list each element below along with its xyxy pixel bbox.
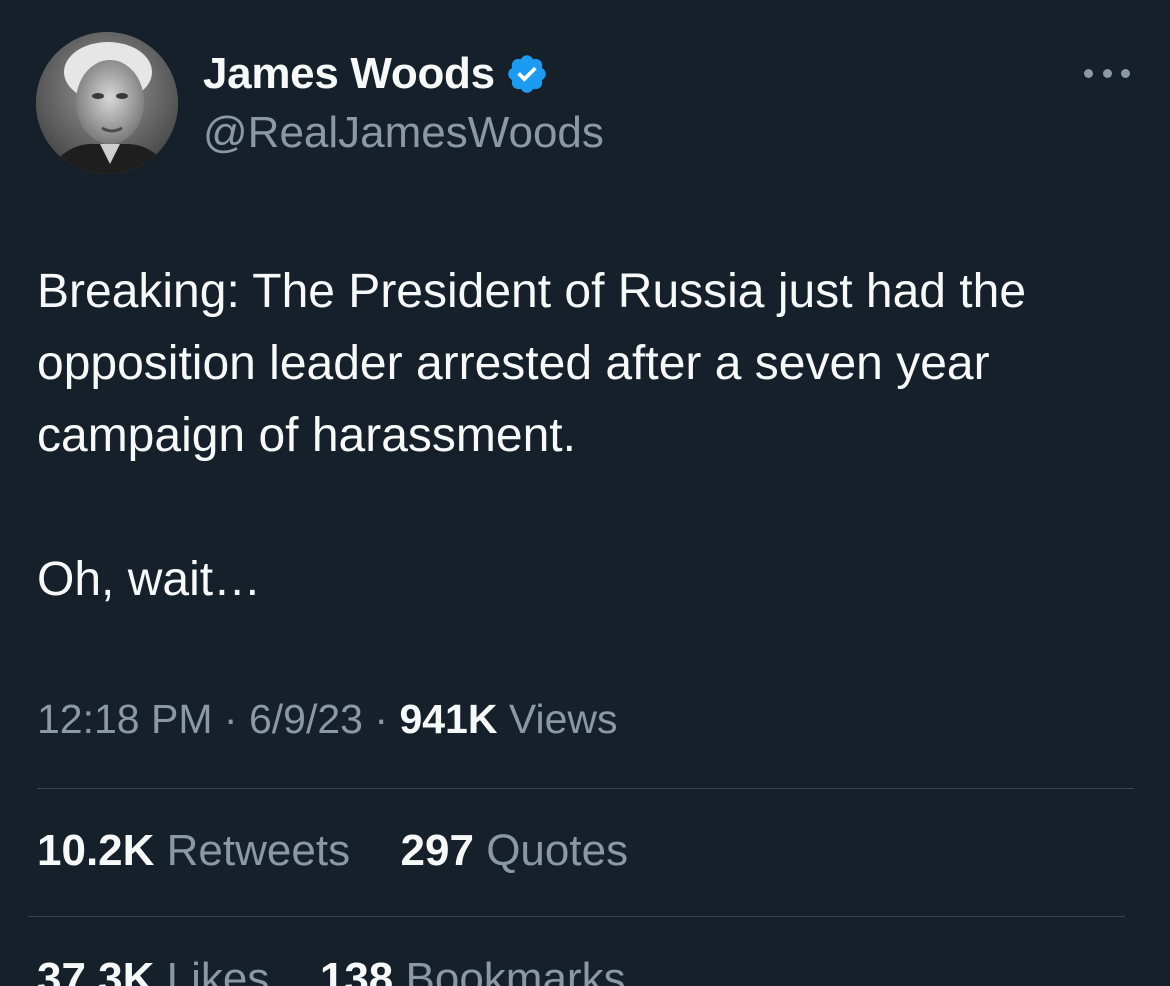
- author-display-name[interactable]: James Woods: [203, 49, 495, 99]
- tweet-detail: James Woods @RealJamesWoods Breaking: Th…: [0, 0, 1170, 986]
- quotes-count: 297: [400, 826, 474, 875]
- retweets-count: 10.2K: [37, 826, 155, 875]
- retweets-link[interactable]: 10.2K Retweets: [37, 826, 362, 875]
- avatar-photo: [36, 32, 178, 174]
- likes-link[interactable]: 37.3K Likes: [37, 954, 282, 986]
- bookmarks-link[interactable]: 138 Bookmarks: [308, 954, 626, 986]
- tweet-meta: 12:18 PM · 6/9/23 · 941K Views: [37, 696, 618, 743]
- author-name-row[interactable]: James Woods: [203, 48, 549, 100]
- tweet-text-paragraph: Oh, wait…: [37, 553, 262, 606]
- divider: [28, 916, 1125, 917]
- tweet-text-paragraph: Breaking: The President of Russia just h…: [37, 265, 1027, 462]
- tweet-text: Breaking: The President of Russia just h…: [37, 256, 1137, 616]
- bookmarks-count: 138: [319, 954, 394, 986]
- likes-count: 37.3K: [37, 954, 155, 986]
- author-handle[interactable]: @RealJamesWoods: [203, 108, 604, 158]
- engagement-stats-row-1: 10.2K Retweets 297 Quotes: [37, 826, 628, 876]
- tweet-time[interactable]: 12:18 PM: [37, 696, 213, 742]
- engagement-stats-row-2: 37.3K Likes 138 Bookmarks: [37, 954, 626, 986]
- verified-badge-icon: [505, 52, 549, 96]
- more-dot: [1102, 68, 1112, 78]
- more-dot: [1084, 68, 1093, 78]
- views-count: 941K: [399, 696, 498, 742]
- quotes-link[interactable]: 297 Quotes: [388, 826, 629, 875]
- likes-label: Likes: [166, 954, 270, 986]
- quotes-label: Quotes: [486, 826, 629, 875]
- divider: [37, 788, 1134, 789]
- retweets-label: Retweets: [166, 826, 351, 875]
- tweet-date[interactable]: 6/9/23: [249, 696, 363, 742]
- meta-separator: ·: [223, 696, 238, 742]
- views-label: Views: [508, 696, 618, 742]
- meta-separator: ·: [374, 696, 389, 742]
- more-options-icon[interactable]: [1084, 58, 1130, 88]
- avatar[interactable]: [36, 32, 178, 174]
- bookmarks-label: Bookmarks: [405, 954, 626, 986]
- more-dot: [1121, 68, 1130, 78]
